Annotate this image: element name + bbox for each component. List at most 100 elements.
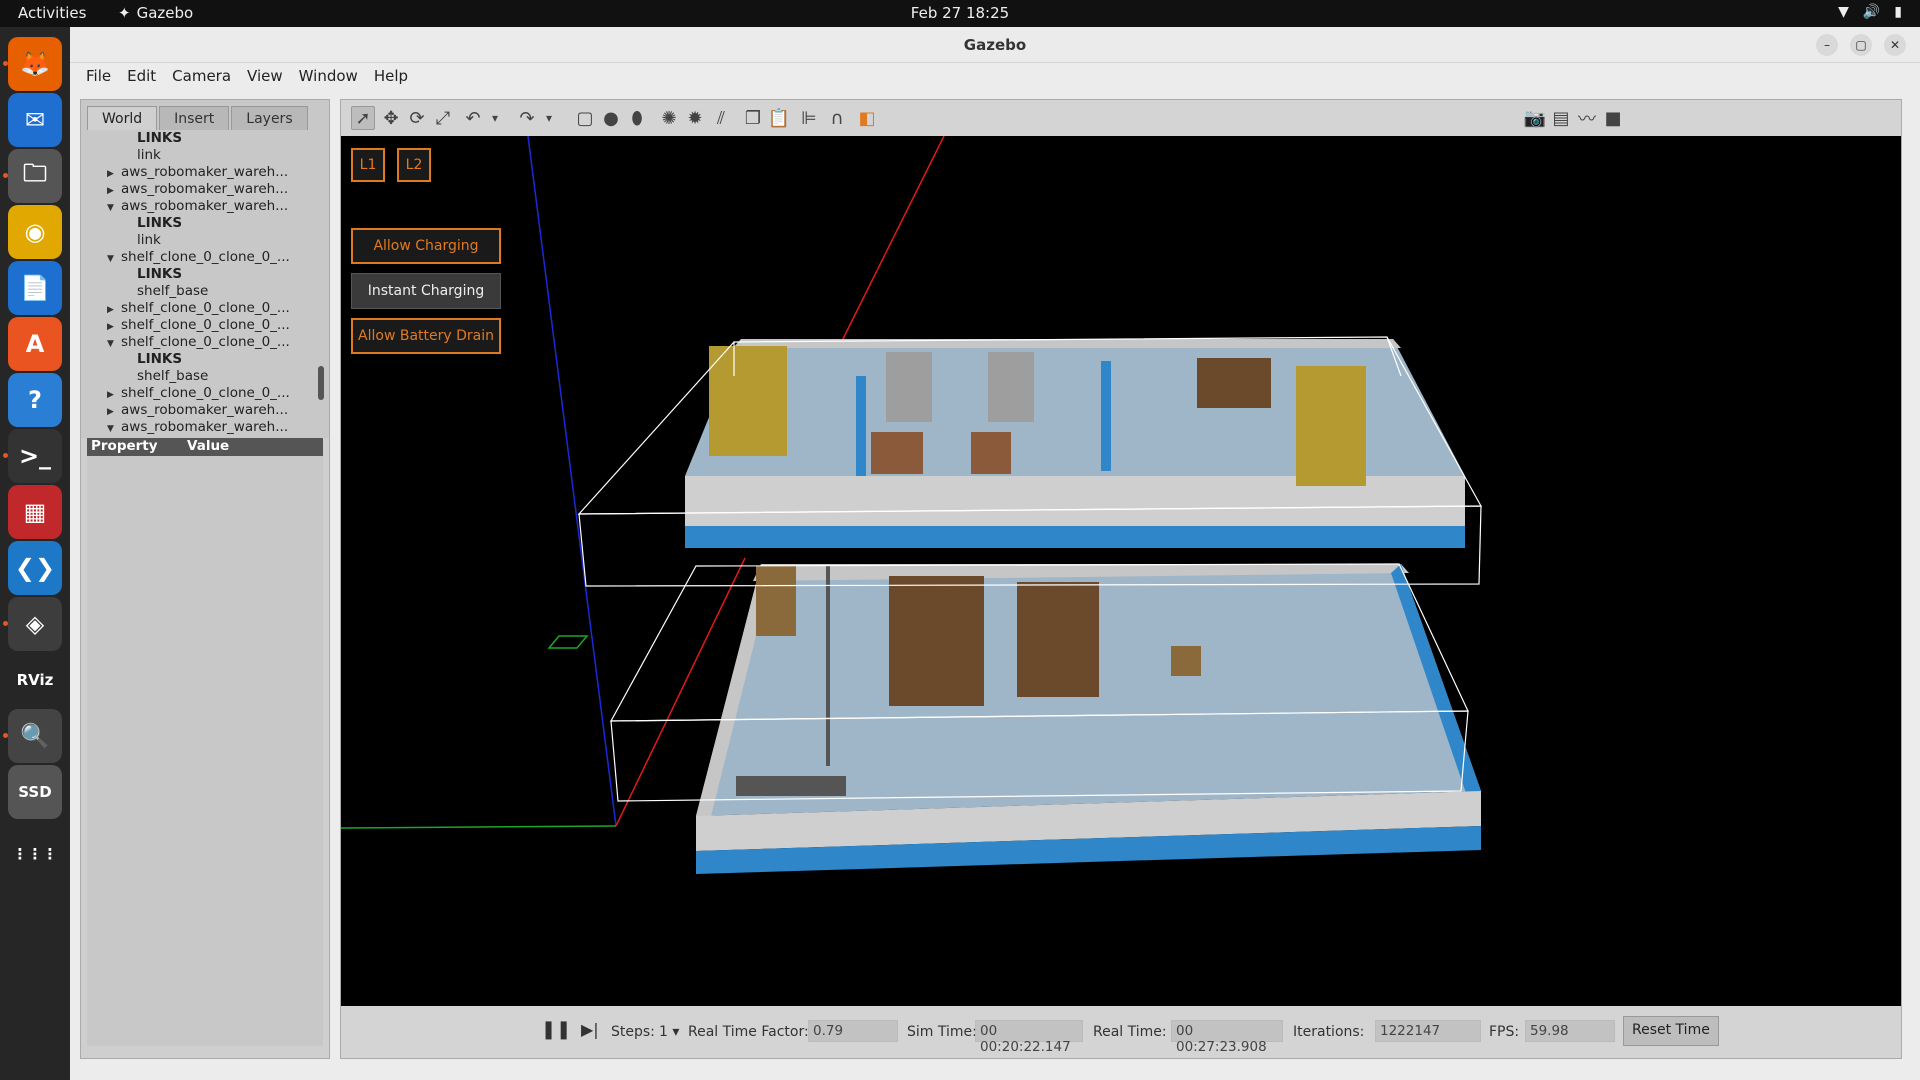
world-tree[interactable]: LINKS link ▶ aws_robomaker_wareh... ▶ aws_rob…: [81, 130, 329, 438]
property-table[interactable]: [87, 456, 323, 1046]
tab-world[interactable]: World: [87, 106, 158, 130]
pause-icon[interactable]: ❚❚: [541, 1019, 571, 1040]
allow-battery-drain-button[interactable]: Allow Battery Drain: [351, 318, 501, 354]
cylinder-shape-icon[interactable]: ⬮: [625, 106, 649, 130]
rviz-icon[interactable]: RViz: [8, 653, 62, 707]
tree-item[interactable]: link: [81, 232, 329, 249]
tree-item[interactable]: ▶ aws_robomaker_wareh...: [81, 164, 329, 181]
reset-time-button[interactable]: Reset Time: [1623, 1016, 1719, 1046]
view-angle-icon[interactable]: ◧: [855, 106, 879, 130]
plot-icon[interactable]: 〰: [1575, 106, 1599, 130]
menu-help[interactable]: Help: [366, 63, 416, 91]
translate-mode-icon[interactable]: ✥: [379, 106, 403, 130]
tree-item[interactable]: ▶ shelf_clone_0_clone_0_...: [81, 317, 329, 334]
help-icon[interactable]: ?: [8, 373, 62, 427]
tree-item[interactable]: ▶ shelf_clone_0_clone_0_...: [81, 300, 329, 317]
app-center-icon[interactable]: A: [8, 317, 62, 371]
tree-item[interactable]: LINKS: [81, 266, 329, 283]
scene-render: [341, 136, 1483, 874]
tree-scrollbar[interactable]: [318, 366, 324, 400]
wifi-icon: ▼: [1838, 4, 1849, 20]
files-icon[interactable]: 🗀: [3, 149, 62, 203]
video-record-icon[interactable]: ■: [1601, 106, 1625, 130]
tree-item-label: aws_robomaker_wareh...: [121, 419, 289, 435]
menu-camera[interactable]: Camera: [164, 63, 239, 91]
thunderbird-icon[interactable]: ✉: [8, 93, 62, 147]
align-icon[interactable]: ⊫: [797, 106, 821, 130]
tree-item-label: LINKS: [137, 266, 183, 282]
redo-dropdown-icon[interactable]: ▾: [543, 106, 555, 130]
tree-item[interactable]: LINKS: [81, 215, 329, 232]
redo-icon[interactable]: ↷: [515, 106, 539, 130]
instant-charging-button[interactable]: Instant Charging: [351, 273, 501, 309]
snap-icon[interactable]: ∩: [825, 106, 849, 130]
vscode-icon[interactable]: ❮❯: [8, 541, 62, 595]
3d-viewport[interactable]: L1 L2 Allow Charging Instant Charging Al…: [341, 136, 1901, 1006]
sphere-shape-icon[interactable]: ●: [599, 106, 623, 130]
focused-app-menu[interactable]: ✦ Gazebo: [118, 4, 193, 22]
step-icon[interactable]: ▶|: [581, 1020, 599, 1039]
tree-item[interactable]: ▼ aws_robomaker_wareh...: [81, 419, 329, 436]
image-viewer-icon[interactable]: 🔍: [3, 709, 62, 763]
log-data-icon[interactable]: ▤: [1549, 106, 1573, 130]
tree-item[interactable]: ▶ shelf_clone_0_clone_0_...: [81, 385, 329, 402]
sim-time-field: 00 00:20:22.147: [975, 1020, 1083, 1055]
activities-button[interactable]: Activities: [18, 4, 86, 22]
expanded-arrow-icon[interactable]: ▼: [107, 421, 117, 438]
fps-label: FPS:: [1489, 1024, 1520, 1040]
render-panel: ➚ ✥ ⟳ ⤢ ↶ ▾ ↷ ▾ ▢ ● ⬮ ✺ ✹ ⫽ ❐ 📋 ⊫ ∩ ◧ 📷 ▤ 〰 ■: [340, 99, 1902, 1059]
tree-item[interactable]: ▼ aws_robomaker_wareh...: [81, 198, 329, 215]
paste-icon[interactable]: 📋: [767, 106, 791, 130]
allow-charging-button[interactable]: Allow Charging: [351, 228, 501, 264]
firefox-icon[interactable]: 🦊: [3, 37, 62, 91]
box-shape-icon[interactable]: ▢: [573, 106, 597, 130]
writer-icon[interactable]: 📄: [8, 261, 62, 315]
real-time-field: 00 00:27:23.908: [1171, 1020, 1283, 1055]
menu-file[interactable]: File: [78, 63, 119, 91]
close-button[interactable]: ✕: [1884, 34, 1906, 56]
menu-edit[interactable]: Edit: [119, 63, 164, 91]
level-l1-button[interactable]: L1: [351, 148, 385, 182]
tab-layers[interactable]: Layers: [231, 106, 308, 130]
level-l2-button[interactable]: L2: [397, 148, 431, 182]
undo-dropdown-icon[interactable]: ▾: [489, 106, 501, 130]
tree-item[interactable]: shelf_base: [81, 368, 329, 385]
maximize-button[interactable]: ▢: [1850, 34, 1872, 56]
status-bar: ❚❚ ▶| Steps: 1 ▾ Real Time Factor: 0.79 …: [341, 1006, 1901, 1058]
point-light-icon[interactable]: ✺: [657, 106, 681, 130]
directional-light-icon[interactable]: ⫽: [709, 106, 733, 130]
menu-window[interactable]: Window: [291, 63, 366, 91]
property-column-header: Property: [91, 438, 158, 454]
tree-item[interactable]: LINKS: [81, 130, 329, 147]
screenshot-icon[interactable]: 📷: [1523, 106, 1547, 130]
left-panel: World Insert Layers LINKS link ▶ aws_robomake…: [80, 99, 330, 1059]
menu-view[interactable]: View: [239, 63, 291, 91]
tree-item[interactable]: ▶ aws_robomaker_wareh...: [81, 402, 329, 419]
z-axis-line: [527, 136, 617, 827]
tree-item[interactable]: LINKS: [81, 351, 329, 368]
select-mode-icon[interactable]: ➚: [351, 106, 375, 130]
minimize-button[interactable]: –: [1816, 34, 1838, 56]
steps-spinner[interactable]: 1 ▾: [659, 1024, 679, 1040]
terminal-icon[interactable]: >_: [3, 429, 62, 483]
tree-item[interactable]: ▼ shelf_clone_0_clone_0_...: [81, 334, 329, 351]
window-titlebar[interactable]: Gazebo – ▢ ✕: [70, 27, 1920, 63]
scale-mode-icon[interactable]: ⤢: [431, 106, 455, 130]
spot-light-icon[interactable]: ✹: [683, 106, 707, 130]
system-tray[interactable]: ▼ 🔊 ▮: [1838, 4, 1902, 20]
gazebo-icon[interactable]: ◈: [3, 597, 62, 651]
tree-item[interactable]: ▶ aws_robomaker_wareh...: [81, 181, 329, 198]
tab-insert[interactable]: Insert: [159, 106, 230, 130]
clock[interactable]: Feb 27 18:25: [911, 4, 1009, 22]
tree-item[interactable]: ▼ shelf_clone_0_clone_0_...: [81, 249, 329, 266]
ssd-drive-icon[interactable]: SSD: [8, 765, 62, 819]
copy-icon[interactable]: ❐: [741, 106, 765, 130]
rotate-mode-icon[interactable]: ⟳: [405, 106, 429, 130]
show-apps-icon[interactable]: ⋮⋮⋮: [8, 827, 62, 881]
tree-item[interactable]: shelf_base: [81, 283, 329, 300]
undo-icon[interactable]: ↶: [461, 106, 485, 130]
remote-desktop-icon[interactable]: ▦: [8, 485, 62, 539]
tree-item-label: shelf_clone_0_clone_0_...: [121, 385, 290, 401]
tree-item[interactable]: link: [81, 147, 329, 164]
rhythmbox-icon[interactable]: ◉: [8, 205, 62, 259]
